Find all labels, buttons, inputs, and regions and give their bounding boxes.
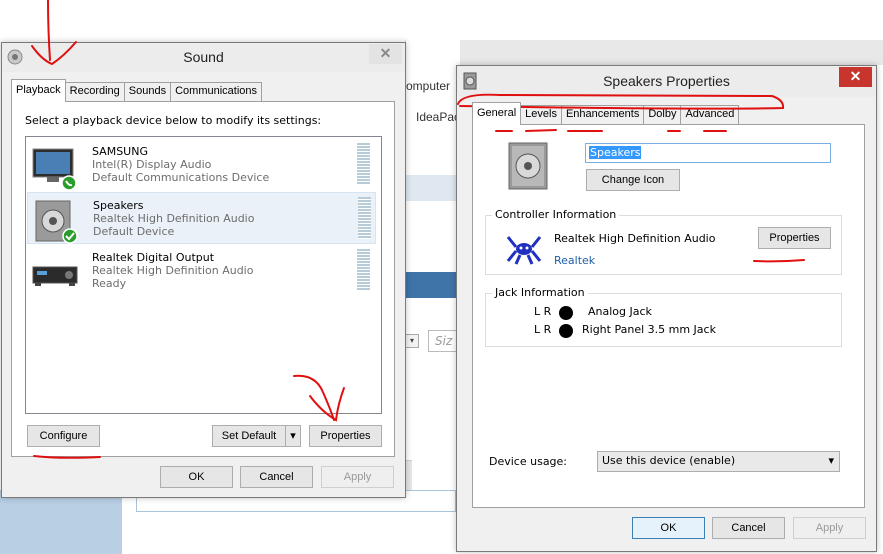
tab-advanced[interactable]: Advanced — [680, 105, 740, 125]
background-band — [405, 175, 460, 201]
device-digital-output[interactable]: Realtek Digital Output Realtek High Defi… — [27, 245, 376, 297]
tab-levels[interactable]: Levels — [520, 105, 562, 125]
speakers-title: Speakers Properties — [603, 73, 730, 89]
properties-button[interactable]: Properties — [309, 425, 382, 447]
device-status: Default Device — [93, 225, 175, 238]
device-name-value: Speakers — [589, 146, 642, 159]
device-status: Default Communications Device — [92, 171, 270, 184]
jack-color-icon — [559, 306, 573, 320]
device-samsung[interactable]: SAMSUNG Intel(R) Display Audio Default C… — [27, 139, 376, 191]
jack-channels: L R — [534, 305, 552, 318]
jack-name: Right Panel 3.5 mm Jack — [582, 323, 716, 336]
cancel-button[interactable]: Cancel — [240, 466, 313, 488]
level-meter — [358, 197, 371, 239]
playback-panel: Select a playback device below to modify… — [11, 101, 395, 457]
realtek-crab-icon — [506, 236, 542, 265]
background-text: omputer — [406, 79, 451, 93]
speaker-icon — [35, 200, 78, 244]
tab-enhancements[interactable]: Enhancements — [560, 105, 645, 125]
background-dropdown-icon: ▾ — [405, 334, 419, 348]
tab-dolby[interactable]: Dolby — [643, 105, 682, 125]
sound-title: Sound — [183, 49, 224, 65]
device-driver: Realtek High Definition Audio — [92, 264, 254, 277]
cancel-button[interactable]: Cancel — [712, 517, 785, 539]
speakers-tabs: General Levels Enhancements Dolby Advanc… — [472, 102, 740, 125]
close-button[interactable]: ✕ — [839, 67, 872, 87]
device-status: Ready — [92, 277, 127, 290]
chevron-down-icon: ▾ — [290, 430, 296, 442]
monitor-icon — [32, 148, 77, 191]
sound-tabs: Playback Recording Sounds Communications — [11, 79, 263, 102]
background-window-header — [405, 40, 883, 65]
chevron-down-icon: ▾ — [828, 454, 834, 467]
tab-playback[interactable]: Playback — [11, 79, 66, 102]
speaker-app-icon — [7, 49, 23, 65]
controller-properties-button[interactable]: Properties — [758, 227, 831, 249]
tab-general[interactable]: General — [472, 102, 522, 125]
device-driver: Realtek High Definition Audio — [93, 212, 255, 225]
jack-name: Analog Jack — [588, 305, 652, 318]
controller-information-group: Controller Information Realtek High Defi… — [485, 208, 842, 275]
speakers-titlebar: Speakers Properties ✕ — [457, 66, 876, 97]
sound-titlebar: Sound ✕ — [2, 43, 405, 72]
device-list: SAMSUNG Intel(R) Display Audio Default C… — [25, 136, 382, 414]
controller-vendor-link[interactable]: Realtek — [554, 254, 595, 267]
checkmark-badge-icon — [62, 228, 78, 244]
device-name: Speakers — [93, 199, 144, 212]
controller-information-title: Controller Information — [492, 208, 620, 221]
receiver-icon — [32, 266, 78, 286]
change-icon-button[interactable]: Change Icon — [586, 169, 680, 191]
background-band — [405, 272, 460, 298]
set-default-dropdown[interactable]: ▾ — [285, 425, 301, 447]
background-window — [405, 40, 460, 460]
sound-dialog: Sound ✕ Playback Recording Sounds Commun… — [1, 42, 406, 498]
device-name-field[interactable]: Speakers — [585, 143, 831, 163]
jack-information-title: Jack Information — [492, 286, 588, 299]
device-speakers[interactable]: Speakers Realtek High Definition Audio D… — [27, 192, 376, 244]
device-usage-value: Use this device (enable) — [602, 454, 736, 467]
tab-recording[interactable]: Recording — [64, 82, 125, 102]
jack-information-group: Jack Information L R Analog Jack L R Rig… — [485, 286, 842, 347]
ok-button[interactable]: OK — [160, 466, 233, 488]
apply-button[interactable]: Apply — [321, 466, 394, 488]
device-name: Realtek Digital Output — [92, 251, 215, 264]
instruction-text: Select a playback device below to modify… — [25, 114, 322, 127]
tab-sounds[interactable]: Sounds — [123, 82, 172, 102]
configure-button[interactable]: Configure — [27, 425, 100, 447]
device-name: SAMSUNG — [92, 145, 148, 158]
tab-communications[interactable]: Communications — [170, 82, 263, 102]
speaker-app-icon — [463, 72, 477, 90]
set-default-button[interactable]: Set Default — [212, 425, 286, 447]
jack-color-icon — [559, 324, 573, 338]
device-usage-select[interactable]: Use this device (enable) ▾ — [597, 451, 840, 472]
phone-badge-icon — [61, 175, 77, 191]
device-driver: Intel(R) Display Audio — [92, 158, 212, 171]
controller-name: Realtek High Definition Audio — [554, 232, 716, 245]
close-button[interactable]: ✕ — [369, 44, 402, 64]
level-meter — [357, 249, 370, 291]
jack-channels: L R — [534, 323, 552, 336]
level-meter — [357, 143, 370, 185]
background-text: IdeaPac — [416, 110, 461, 124]
background-desktop — [0, 490, 122, 554]
general-panel: Speakers Change Icon Controller Informat… — [472, 124, 865, 508]
speakers-properties-dialog: Speakers Properties ✕ General Levels Enh… — [456, 65, 877, 552]
ok-button[interactable]: OK — [632, 517, 705, 539]
device-usage-label: Device usage: — [489, 455, 568, 468]
speaker-icon — [508, 142, 548, 190]
apply-button[interactable]: Apply — [793, 517, 866, 539]
